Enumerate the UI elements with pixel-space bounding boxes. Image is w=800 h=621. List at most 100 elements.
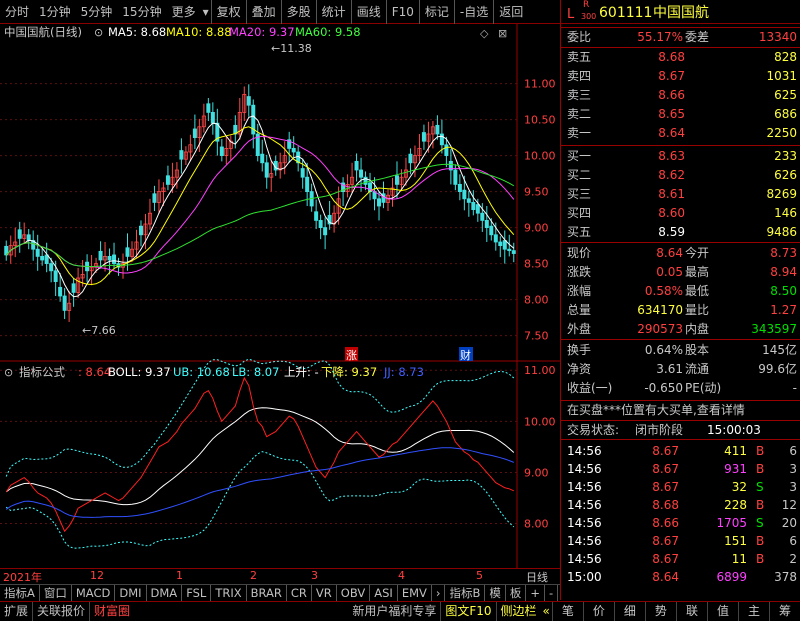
tick-price: 8.67 — [652, 462, 679, 476]
tab-board[interactable]: 板 — [506, 584, 527, 602]
kline-chart[interactable]: 7.50 8.00 8.50 9.00 9.50 10.00 10.50 11.00 8.00 9… — [0, 24, 560, 568]
period-more[interactable]: 更多 — [167, 0, 201, 24]
tab-dma[interactable]: DMA — [147, 584, 183, 602]
fundamental-row: 换手 0.64% 股本 145亿 — [561, 341, 800, 360]
watchlist-button[interactable]: -自选 — [453, 0, 493, 24]
candle-body — [206, 103, 211, 113]
yaxis-tick-label: 10.00 — [524, 150, 556, 163]
indicator-tabs: 指标A 窗口 MACD DMI DMA FSL TRIX BRAR CR VR … — [0, 584, 560, 602]
statistics-button[interactable]: 统计 — [315, 0, 351, 24]
stock-name: 中国国航 — [653, 5, 709, 21]
up-label: 上升: - — [284, 365, 319, 379]
tab-brar[interactable]: BRAR — [247, 584, 287, 602]
notice-text[interactable]: 在买盘***位置有大买单,查看详情 — [567, 401, 745, 420]
status-expand[interactable]: 扩展 — [0, 602, 32, 621]
f10-button[interactable]: F10 — [385, 0, 419, 24]
tab-dmi[interactable]: DMI — [115, 584, 147, 602]
period-1min[interactable]: 1分钟 — [34, 0, 76, 24]
mark-button[interactable]: 标记 — [418, 0, 454, 24]
trade-time: 15:00:03 — [707, 423, 761, 437]
stat-value: 290573 — [637, 322, 683, 336]
tab-emv[interactable]: EMV — [398, 584, 432, 602]
tab-macd[interactable]: MACD — [72, 584, 116, 602]
status-icon-6[interactable]: 主 — [737, 601, 769, 621]
indicator-settings-icon[interactable]: ⊙ — [4, 366, 13, 379]
tick-time: 14:56 — [567, 534, 602, 548]
tab-indicator-b[interactable]: 指标B — [445, 584, 486, 602]
xaxis-period[interactable]: 日线 — [526, 569, 548, 585]
candle-body — [408, 153, 413, 164]
lb-label: LB: 8.07 — [232, 365, 279, 379]
chevron-right-icon[interactable]: › — [432, 584, 446, 602]
settings-icon[interactable]: ⊙ — [94, 26, 103, 39]
tick-price: 8.68 — [652, 498, 679, 512]
bid-label: 买一 — [567, 149, 592, 163]
tick-count: 20 — [781, 516, 797, 530]
tick-row: 14:56 8.67 32 S 3 — [561, 478, 800, 496]
notice-row[interactable]: 在买盘***位置有大买单,查看详情 — [561, 400, 800, 420]
candle-body — [112, 254, 117, 265]
tick-count: 6 — [789, 444, 797, 458]
tab-window[interactable]: 窗口 — [40, 584, 72, 602]
back-button[interactable]: 返回 — [493, 0, 528, 24]
period-intraday[interactable]: 分时 — [0, 0, 34, 24]
candle-body — [453, 169, 458, 185]
status-icon-0[interactable]: 笔 — [551, 601, 583, 621]
indicator-current: : 8.64 — [78, 365, 111, 379]
status-f10[interactable]: 图文F10 — [440, 601, 495, 621]
weibi-label: 委比 — [567, 30, 592, 44]
status-icon-7[interactable]: 筹 — [768, 601, 800, 621]
status-icon-4[interactable]: 联 — [675, 601, 707, 621]
fundamental-label: 净资 — [567, 362, 592, 376]
tab-template[interactable]: 模 — [485, 584, 506, 602]
overlay-button[interactable]: 叠加 — [245, 0, 281, 24]
boll-yaxis-tick-label: 10.00 — [524, 415, 556, 428]
bid-volume: 9486 — [766, 225, 797, 239]
bid-label: 买三 — [567, 187, 592, 201]
status-icon-3[interactable]: 势 — [644, 601, 676, 621]
fuquan-button[interactable]: 复权 — [210, 0, 246, 24]
tab-fsl[interactable]: FSL — [182, 584, 212, 602]
multi-stock-button[interactable]: 多股 — [280, 0, 316, 24]
tick-price: 8.64 — [652, 570, 679, 584]
status-icon-5[interactable]: 值 — [706, 601, 738, 621]
close-icon[interactable]: ⊠ — [498, 27, 507, 40]
tick-row: 14:56 8.67 411 B 6 — [561, 442, 800, 460]
more-dropdown-icon[interactable]: ▾ — [201, 0, 211, 24]
status-related-quotes[interactable]: 关联报价 — [32, 601, 89, 621]
stat-value-2: 8.73 — [770, 246, 797, 260]
status-sidebar[interactable]: 侧边栏 — [495, 601, 541, 621]
tab-vr[interactable]: VR — [312, 584, 337, 602]
status-new-user[interactable]: 新用户福利专享 — [348, 602, 440, 621]
tab-trix[interactable]: TRIX — [211, 584, 247, 602]
bid-price: 8.63 — [658, 149, 685, 163]
diamond-icon[interactable]: ◇ — [480, 27, 489, 40]
ask-price: 8.68 — [658, 50, 685, 64]
tick-volume: 11 — [731, 552, 747, 566]
tab-asi[interactable]: ASI — [370, 584, 398, 602]
tab-indicator-a[interactable]: 指标A — [0, 584, 40, 602]
double-chevron-icon[interactable]: « — [541, 602, 552, 621]
ask-volume: 686 — [774, 107, 797, 121]
status-wealth-circle[interactable]: 财富圈 — [89, 601, 134, 621]
minus-icon[interactable]: - — [545, 584, 559, 602]
period-15min[interactable]: 15分钟 — [117, 0, 166, 24]
bid-row: 买四 8.60 146 — [561, 204, 800, 223]
indicator-formula-label[interactable]: 指标公式 — [19, 365, 65, 379]
period-5min[interactable]: 5分钟 — [76, 0, 118, 24]
ask-volume: 828 — [774, 50, 797, 64]
plus-icon[interactable]: + — [526, 584, 546, 602]
draw-line-button[interactable]: 画线 — [350, 0, 386, 24]
ask-volume: 2250 — [766, 126, 797, 140]
tab-cr[interactable]: CR — [287, 584, 312, 602]
status-icon-1[interactable]: 价 — [582, 601, 614, 621]
status-icon-2[interactable]: 细 — [613, 601, 645, 621]
tick-price: 8.67 — [652, 444, 679, 458]
candle-body — [511, 250, 516, 254]
xaxis-1: 1 — [176, 569, 183, 582]
candle-body — [318, 219, 323, 228]
tick-time: 15:00 — [567, 570, 602, 584]
tab-obv[interactable]: OBV — [337, 584, 371, 602]
tick-count: 2 — [789, 552, 797, 566]
ma60-line — [5, 163, 515, 267]
